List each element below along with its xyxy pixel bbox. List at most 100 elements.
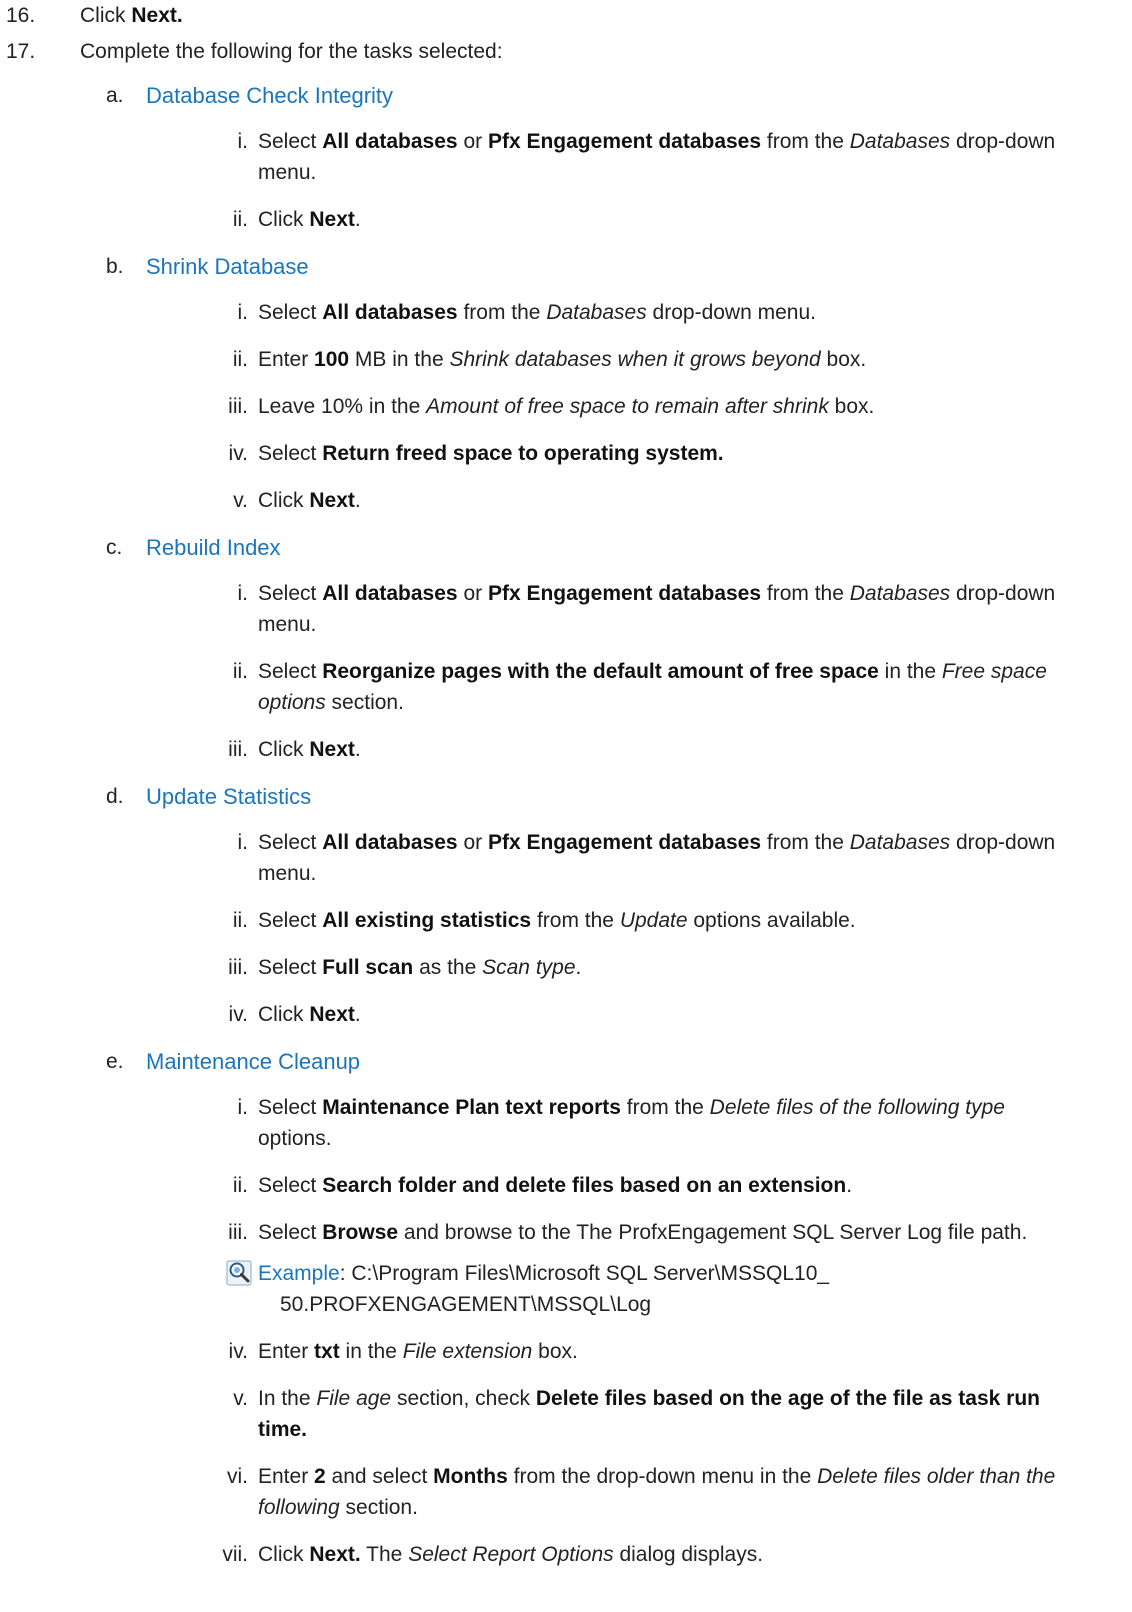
instruction-item: i. Select All databases or Pfx Engagement… [0, 819, 1078, 897]
bold-term: Next [309, 489, 355, 512]
instruction-item: i. Select All databases from the Database… [0, 289, 1078, 336]
italic-term: Delete files of the following type [709, 1096, 1005, 1119]
section-heading: c. Rebuild Index [0, 524, 1132, 570]
section-title-link[interactable]: Shrink Database [146, 251, 309, 282]
section-title-link[interactable]: Maintenance Cleanup [146, 1046, 360, 1077]
bold-term: Next [309, 208, 355, 231]
section-heading: d. Update Statistics [0, 773, 1132, 819]
bold-term: Next [309, 738, 355, 761]
section-letter: a. [106, 84, 124, 107]
item-text: from the [761, 130, 850, 153]
item-text: Select [258, 909, 323, 932]
item-numeral: iv. [228, 1003, 248, 1026]
item-numeral: ii. [232, 909, 248, 932]
item-text: or [457, 831, 488, 854]
item-text: Select [258, 582, 323, 605]
item-numeral: iii. [228, 738, 248, 761]
item-text: box. [820, 348, 867, 371]
item-text: In the [258, 1387, 317, 1410]
item-text: Select [258, 956, 323, 979]
instruction-item: iii. Select Browse and browse to the The … [0, 1209, 1078, 1256]
step-number: 17. [6, 40, 36, 63]
item-text: Select [258, 1174, 323, 1197]
item-text: from the [531, 909, 620, 932]
bold-term: All databases [322, 130, 458, 153]
example-label: Example [258, 1262, 340, 1285]
item-text: and select [325, 1465, 434, 1488]
bold-term: Next [309, 1003, 355, 1026]
item-text: section, check [391, 1387, 536, 1410]
instruction-item: v. In the File age section, check Delete … [0, 1375, 1078, 1453]
item-numeral: ii. [232, 208, 248, 231]
task-sections: a. Database Check Integrity i. Select All d… [0, 72, 1132, 1578]
item-text: or [457, 582, 488, 605]
section-title-link[interactable]: Database Check Integrity [146, 80, 393, 111]
bold-term: Return freed space to operating system. [322, 442, 724, 465]
bold-term: Reorganize pages with the default amount… [322, 660, 879, 683]
item-numeral: i. [237, 301, 249, 324]
item-text: from the [761, 582, 850, 605]
italic-term: Databases [849, 831, 951, 854]
item-numeral: vii. [222, 1543, 248, 1566]
bold-term: Months [433, 1465, 508, 1488]
italic-term: Amount of free space to remain after shr… [426, 395, 829, 418]
italic-term: Databases [849, 130, 951, 153]
instruction-item: iv. Select Return freed space to operatin… [0, 430, 1078, 477]
item-numeral: i. [237, 1096, 249, 1119]
bold-term: txt [314, 1340, 340, 1363]
item-text: section. [325, 691, 404, 714]
instruction-item: ii. Enter 100 MB in the Shrink databases … [0, 336, 1078, 383]
bold-term: Next. [309, 1543, 361, 1566]
item-text: box. [828, 395, 875, 418]
section-title-link[interactable]: Update Statistics [146, 781, 311, 812]
instruction-item: i. Select All databases or Pfx Engagement… [0, 118, 1078, 196]
section-title-link[interactable]: Rebuild Index [146, 532, 281, 563]
item-text: options available. [687, 909, 856, 932]
step-17: 17. Complete the following for the tasks… [0, 36, 1132, 72]
instruction-item: v. Click Next. [0, 477, 1078, 524]
item-numeral: iii. [228, 395, 248, 418]
item-numeral: ii. [232, 1174, 248, 1197]
section-letter: c. [106, 536, 123, 559]
item-text: Select [258, 301, 323, 324]
item-text: Click [258, 1543, 310, 1566]
step-text-pre: Click [80, 4, 132, 27]
bold-term: Pfx Engagement databases [487, 831, 762, 854]
section-heading: a. Database Check Integrity [0, 72, 1132, 118]
item-text: options. [258, 1127, 332, 1150]
item-numeral: ii. [232, 348, 248, 371]
item-numeral: iii. [228, 956, 248, 979]
item-numeral: i. [237, 582, 249, 605]
bold-term: Maintenance Plan text reports [322, 1096, 621, 1119]
instruction-item: iv. Enter txt in the File extension box. [0, 1328, 1078, 1375]
instruction-item: i. Select All databases or Pfx Engagement… [0, 570, 1078, 648]
instruction-item: ii. Select Search folder and delete files… [0, 1162, 1078, 1209]
item-text: section. [339, 1496, 418, 1519]
item-text: as the [413, 956, 483, 979]
item-text: Select [258, 1221, 323, 1244]
item-text: Click [258, 1003, 310, 1026]
item-text: . [354, 208, 361, 231]
step-text: Complete the following for the tasks sel… [80, 40, 503, 63]
bold-term: 2 [314, 1465, 326, 1488]
item-text: Select [258, 130, 323, 153]
item-numeral: iv. [228, 1340, 248, 1363]
item-text: from the [761, 831, 850, 854]
item-text: Click [258, 208, 310, 231]
bold-term: Full scan [322, 956, 414, 979]
item-text: Leave 10% in the [258, 395, 427, 418]
bold-term: All databases [322, 582, 458, 605]
bold-term: All existing statistics [322, 909, 532, 932]
section-letter: d. [106, 785, 124, 808]
document: 16. Click Next. 17. Complete the followi… [0, 0, 1132, 1578]
item-text: from the drop-down menu in the [507, 1465, 818, 1488]
item-text: The [360, 1543, 409, 1566]
item-text: Select [258, 442, 323, 465]
instruction-item: vi. Enter 2 and select Months from the dr… [0, 1453, 1078, 1531]
item-numeral: i. [237, 130, 249, 153]
item-text: from the [620, 1096, 710, 1119]
bold-term: Browse [322, 1221, 399, 1244]
item-text: in the [339, 1340, 403, 1363]
section-heading: e. Maintenance Cleanup [0, 1038, 1132, 1084]
bold-term: Pfx Engagement databases [487, 130, 762, 153]
